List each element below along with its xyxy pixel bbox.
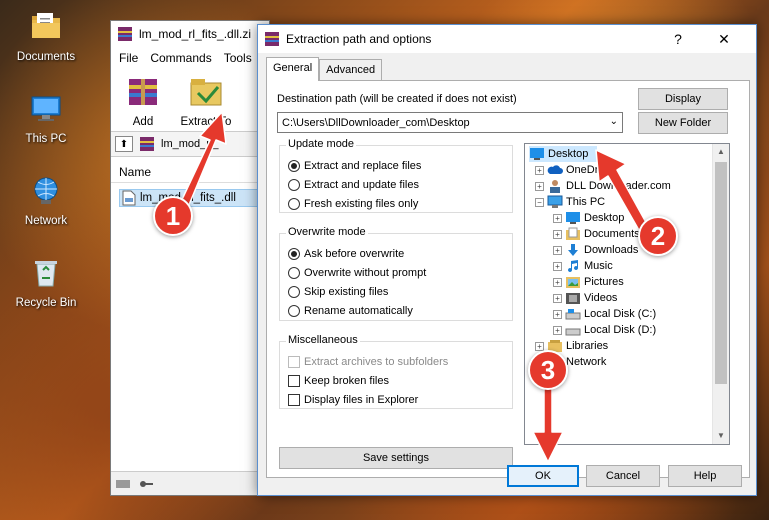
arrow-3 <box>532 381 564 463</box>
tab-general[interactable]: General <box>266 57 320 81</box>
annotation-arrows <box>177 111 649 463</box>
annotation-badge-1: 1 <box>153 196 193 236</box>
annotation-badge-3: 3 <box>528 350 568 390</box>
arrow-1 <box>177 111 227 213</box>
annotation-badge-2: 2 <box>638 216 678 256</box>
arrow-2 <box>595 149 649 233</box>
